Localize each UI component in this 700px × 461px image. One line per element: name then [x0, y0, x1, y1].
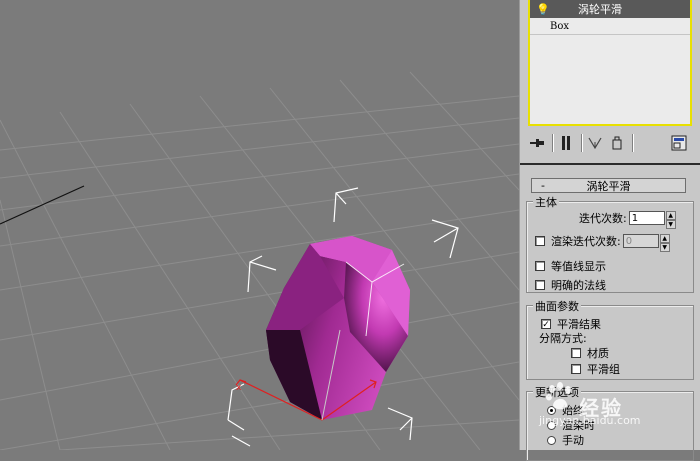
separate-by-row: 分隔方式:: [539, 330, 587, 346]
explicit-normals-row: 明确的法线: [535, 277, 606, 293]
grid-axis-line: [0, 185, 85, 225]
light-bulb-icon[interactable]: 💡: [536, 3, 550, 16]
render-iters-spinner[interactable]: 0 ▲ ▼: [622, 234, 670, 252]
stack-item-turbosmooth[interactable]: 💡 涡轮平滑: [530, 0, 690, 18]
viewport-grid: [0, 71, 519, 450]
iterations-label: 迭代次数:: [579, 212, 627, 225]
render-iters-label: 渲染迭代次数:: [551, 235, 621, 248]
group-title: 主体: [533, 194, 559, 210]
panel-divider: [520, 163, 700, 165]
group-title: 曲面参数: [533, 298, 581, 314]
smoothing-groups-row: 平滑组: [571, 361, 620, 377]
render-iters-input[interactable]: 0: [622, 234, 659, 248]
viewport-scene: x: [0, 71, 519, 450]
remove-modifier-icon[interactable]: [608, 134, 626, 152]
explicit-normals-checkbox[interactable]: [535, 280, 545, 290]
stack-item-label: Box: [550, 20, 570, 32]
stack-toolbar: [528, 130, 692, 156]
baidu-jingyan-watermark: 经验 jingyan.baidu.com: [539, 376, 689, 432]
watermark-url: jingyan.baidu.com: [539, 414, 641, 427]
materials-checkbox[interactable]: [571, 348, 581, 358]
modifier-stack[interactable]: 💡 涡轮平滑 Box: [528, 0, 692, 126]
separate-by-label: 分隔方式:: [539, 332, 587, 345]
main-group: 主体 迭代次数: 1 ▲ ▼ 渲染迭代次数: 0 ▲ ▼ 等值线显示 明确的法线: [526, 194, 694, 293]
toolbar-separator: [552, 134, 553, 152]
iterations-row: 迭代次数: 1 ▲ ▼: [579, 210, 676, 229]
materials-label: 材质: [587, 347, 609, 360]
radio-button[interactable]: [547, 435, 556, 445]
render-iters-checkbox[interactable]: [535, 236, 545, 246]
make-unique-icon[interactable]: [586, 134, 604, 152]
svg-text:x: x: [236, 383, 242, 393]
perspective-viewport[interactable]: x: [0, 0, 519, 450]
turbosmooth-rollout-header[interactable]: - 涡轮平滑: [531, 178, 686, 193]
paw-logo-icon: [546, 382, 571, 410]
smoothing-groups-checkbox[interactable]: [571, 364, 581, 374]
isoline-checkbox[interactable]: [535, 261, 545, 271]
smooth-result-checkbox[interactable]: ✓: [541, 319, 551, 330]
iterations-spinner[interactable]: 1 ▲ ▼: [628, 211, 676, 229]
stack-item-box[interactable]: Box: [530, 18, 690, 35]
rollout-collapse-icon[interactable]: -: [532, 179, 554, 192]
smoothing-groups-label: 平滑组: [587, 363, 620, 376]
isoline-row: 等值线显示: [535, 258, 606, 274]
pin-stack-icon[interactable]: [528, 134, 546, 152]
rollout-title: 涡轮平滑: [586, 179, 631, 193]
isoline-label: 等值线显示: [551, 260, 606, 273]
iterations-input[interactable]: 1: [628, 211, 665, 225]
spinner-arrows[interactable]: ▲ ▼: [665, 211, 676, 229]
update-option-label: 手动: [562, 434, 584, 447]
stack-item-label: 涡轮平滑: [578, 3, 622, 16]
materials-row: 材质: [571, 345, 609, 361]
toolbar-separator: [581, 134, 582, 152]
spinner-arrows[interactable]: ▲ ▼: [659, 234, 670, 252]
render-iters-row: 渲染迭代次数: 0 ▲ ▼: [535, 233, 670, 252]
turbosmooth-object[interactable]: [266, 236, 410, 420]
toolbar-separator: [632, 134, 633, 152]
update-option-manual[interactable]: 手动: [547, 432, 584, 448]
show-end-result-icon[interactable]: [557, 134, 575, 152]
surface-group: 曲面参数 ✓ 平滑结果 分隔方式: 材质 平滑组: [526, 298, 694, 380]
explicit-normals-label: 明确的法线: [551, 279, 606, 292]
configure-modifier-sets-icon[interactable]: [670, 134, 688, 152]
